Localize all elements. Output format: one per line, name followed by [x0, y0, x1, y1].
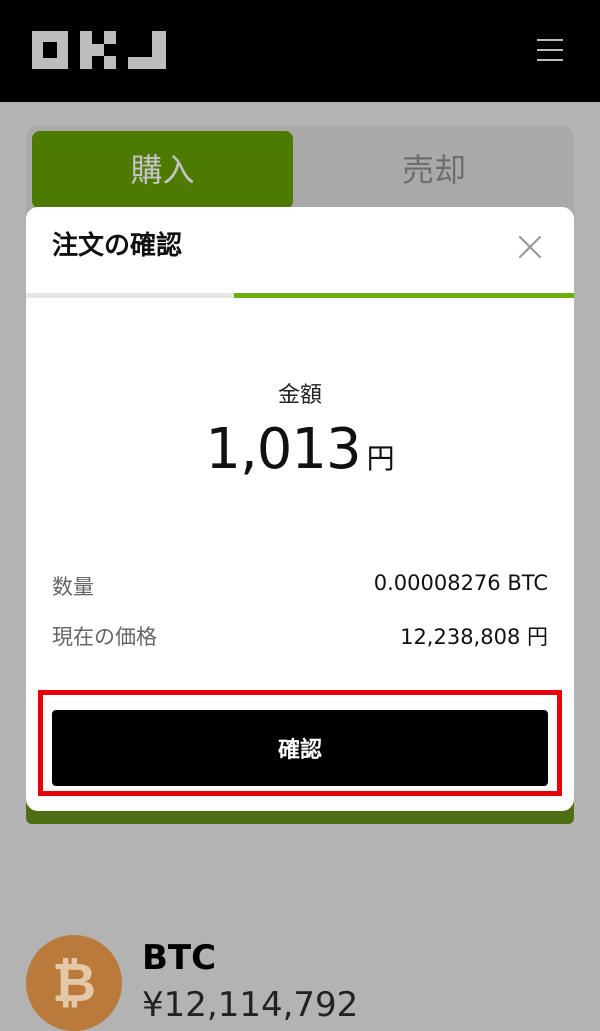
- close-icon[interactable]: [518, 235, 542, 259]
- okj-logo[interactable]: [32, 31, 166, 69]
- progress-fill: [234, 293, 574, 298]
- amount-unit: 円: [366, 442, 395, 475]
- asset-price: ¥12,114,792: [142, 985, 359, 1025]
- tab-buy[interactable]: 購入: [32, 131, 293, 209]
- detail-value: 0.00008276 BTC: [373, 571, 548, 595]
- detail-value: 12,238,808 円: [400, 625, 548, 649]
- confirm-button[interactable]: 確認: [52, 710, 548, 786]
- bitcoin-icon: ₿: [26, 935, 122, 1031]
- detail-row-current-price: 現在の価格 12,238,808 円: [52, 621, 548, 653]
- detail-row-quantity: 数量 0.00008276 BTC: [52, 571, 548, 603]
- hamburger-menu-icon[interactable]: [537, 39, 563, 61]
- detail-label: 現在の価格: [52, 625, 157, 649]
- tab-sell[interactable]: 売却: [300, 131, 568, 209]
- modal-title: 注文の確認: [52, 231, 183, 261]
- amount-display: 1,013 円: [26, 417, 574, 482]
- order-confirmation-modal: 注文の確認 金額 1,013 円 数量 0.00008276 BTC 現在の価格 …: [26, 207, 574, 811]
- asset-symbol: BTC: [142, 938, 217, 978]
- amount-value: 1,013: [205, 417, 361, 482]
- top-bar: [0, 0, 600, 102]
- progress-bar: [26, 293, 574, 298]
- amount-label: 金額: [277, 383, 322, 408]
- detail-label: 数量: [52, 575, 94, 599]
